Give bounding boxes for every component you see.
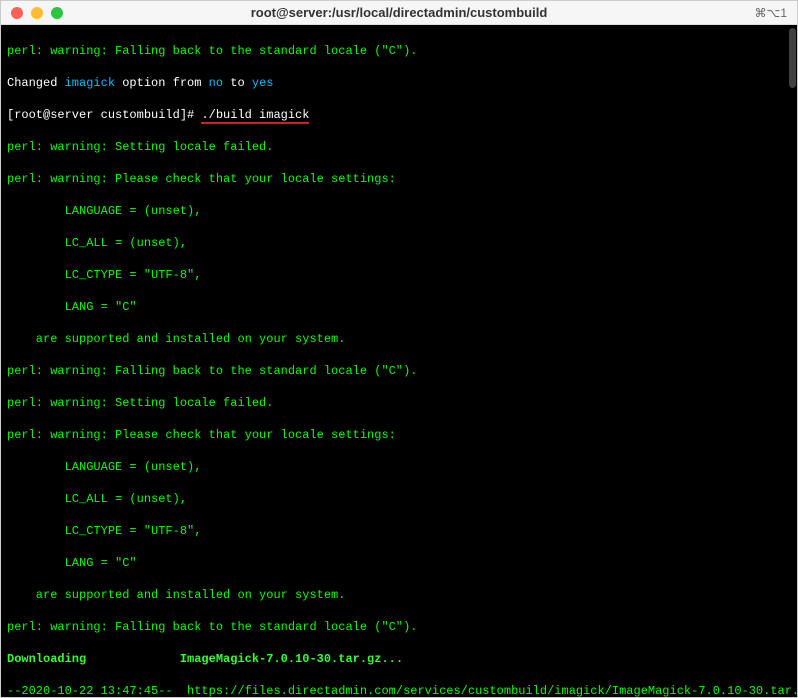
- output-line: LC_ALL = (unset),: [7, 236, 187, 250]
- output-line: LANGUAGE = (unset),: [7, 460, 201, 474]
- output-line: perl: warning: Please check that your lo…: [7, 172, 396, 186]
- titlebar: root@server:/usr/local/directadmin/custo…: [1, 1, 797, 25]
- output-value: no: [209, 76, 223, 90]
- output-line: perl: warning: Falling back to the stand…: [7, 44, 417, 58]
- output-line: perl: warning: Please check that your lo…: [7, 428, 396, 442]
- terminal-window: root@server:/usr/local/directadmin/custo…: [0, 0, 798, 698]
- output-line: LANG = "C": [7, 300, 137, 314]
- output-line: Downloading ImageMagick-7.0.10-30.tar.gz…: [7, 652, 403, 666]
- command-input: ./build imagick: [201, 108, 309, 124]
- terminal-content[interactable]: perl: warning: Falling back to the stand…: [1, 25, 797, 697]
- output-line: --2020-10-22 13:47:45-- https://files.di…: [7, 684, 797, 697]
- maximize-icon[interactable]: [51, 7, 63, 19]
- output-text: to: [223, 76, 252, 90]
- output-line: are supported and installed on your syst…: [7, 332, 345, 346]
- output-text: Changed: [7, 76, 65, 90]
- output-line: LANGUAGE = (unset),: [7, 204, 201, 218]
- window-shortcut: ⌘⌥1: [754, 6, 787, 20]
- output-line: LC_CTYPE = "UTF-8",: [7, 268, 201, 282]
- window-title: root@server:/usr/local/directadmin/custo…: [9, 5, 789, 20]
- scrollbar-thumb[interactable]: [789, 28, 796, 88]
- traffic-lights: [11, 7, 63, 19]
- output-line: LANG = "C": [7, 556, 137, 570]
- output-line: perl: warning: Falling back to the stand…: [7, 364, 417, 378]
- output-text: option from: [115, 76, 209, 90]
- close-icon[interactable]: [11, 7, 23, 19]
- minimize-icon[interactable]: [31, 7, 43, 19]
- output-line: perl: warning: Falling back to the stand…: [7, 620, 417, 634]
- output-line: LC_CTYPE = "UTF-8",: [7, 524, 201, 538]
- shell-prompt: [root@server custombuild]#: [7, 108, 201, 122]
- output-value: yes: [252, 76, 274, 90]
- output-line: LC_ALL = (unset),: [7, 492, 187, 506]
- output-line: perl: warning: Setting locale failed.: [7, 396, 273, 410]
- output-line: are supported and installed on your syst…: [7, 588, 345, 602]
- output-line: perl: warning: Setting locale failed.: [7, 140, 273, 154]
- output-option: imagick: [65, 76, 115, 90]
